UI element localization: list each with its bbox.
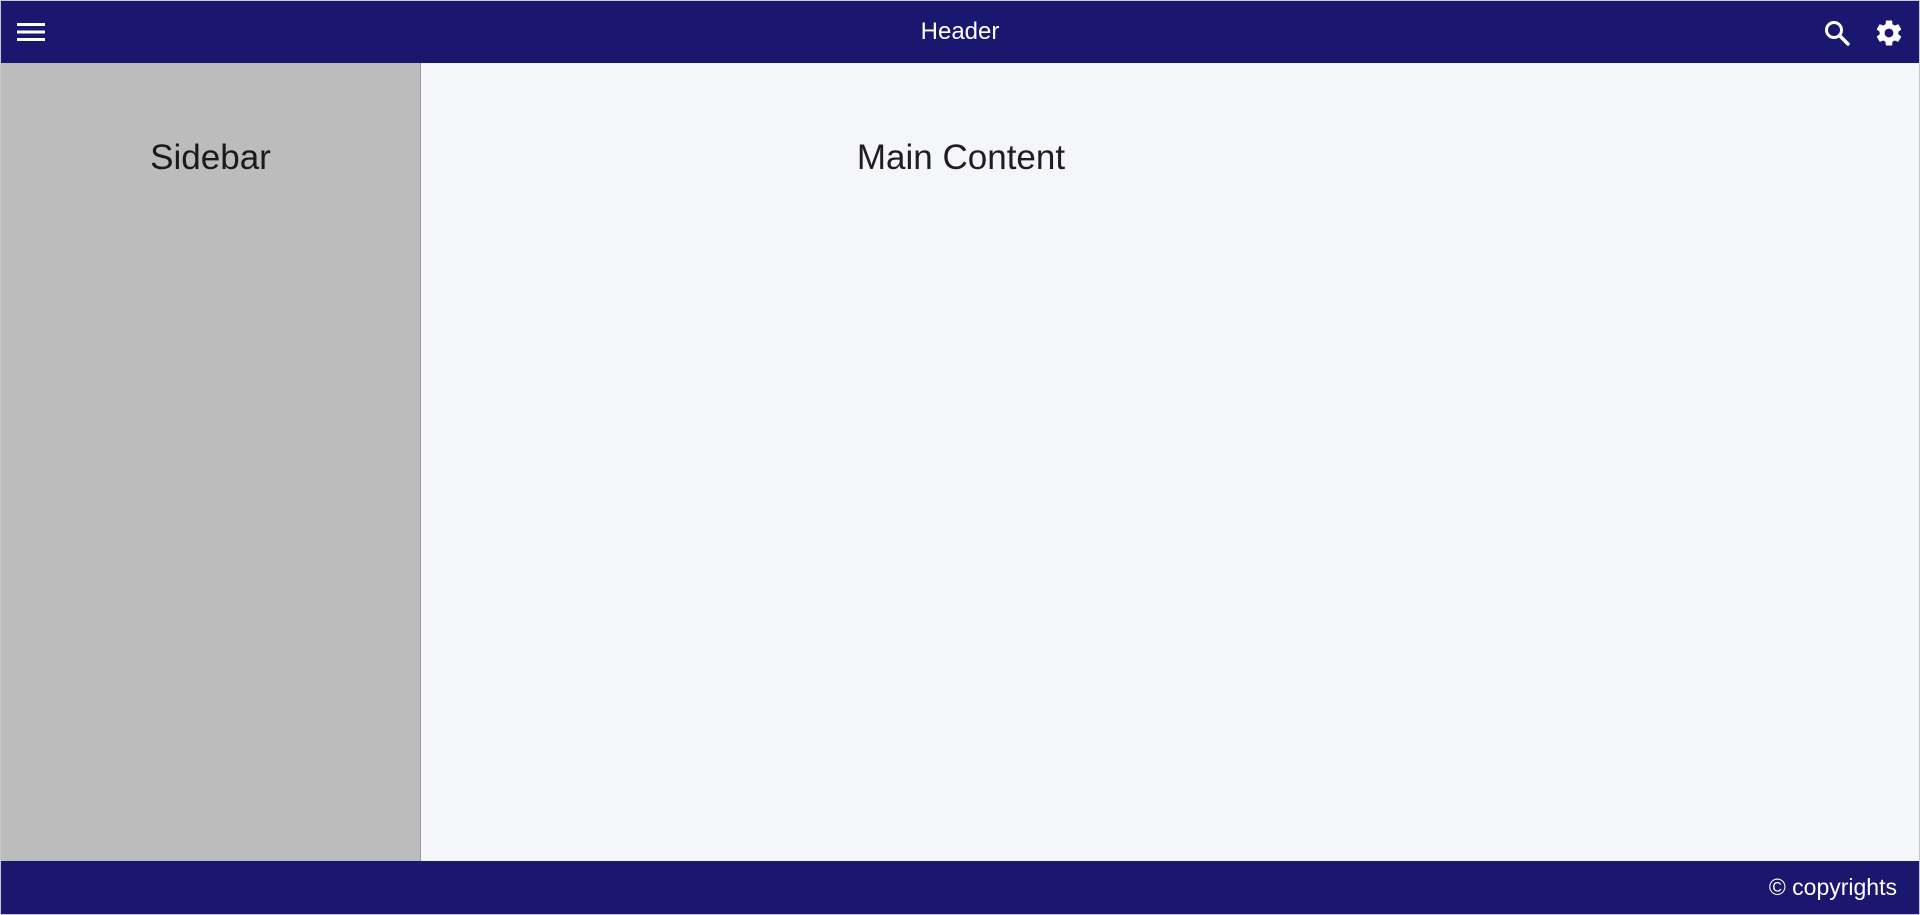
sidebar: Sidebar (1, 63, 421, 861)
gear-icon (1876, 20, 1902, 46)
header-bar: Header (1, 1, 1919, 63)
search-icon (1825, 21, 1850, 46)
search-button[interactable] (1817, 13, 1857, 53)
header-title: Header (920, 18, 1000, 45)
menu-button[interactable] (11, 12, 51, 52)
settings-button[interactable] (1869, 13, 1909, 53)
sidebar-title: Sidebar (150, 138, 271, 177)
footer-copyright: © copyrights (1768, 874, 1897, 900)
main-content-title: Main Content (856, 138, 1066, 177)
main-content: Main Content (421, 63, 1919, 861)
app-window: Header Sidebar Main Content © copyrights (0, 0, 1920, 915)
menu-icon (17, 23, 45, 41)
footer-bar: © copyrights (1, 861, 1919, 914)
